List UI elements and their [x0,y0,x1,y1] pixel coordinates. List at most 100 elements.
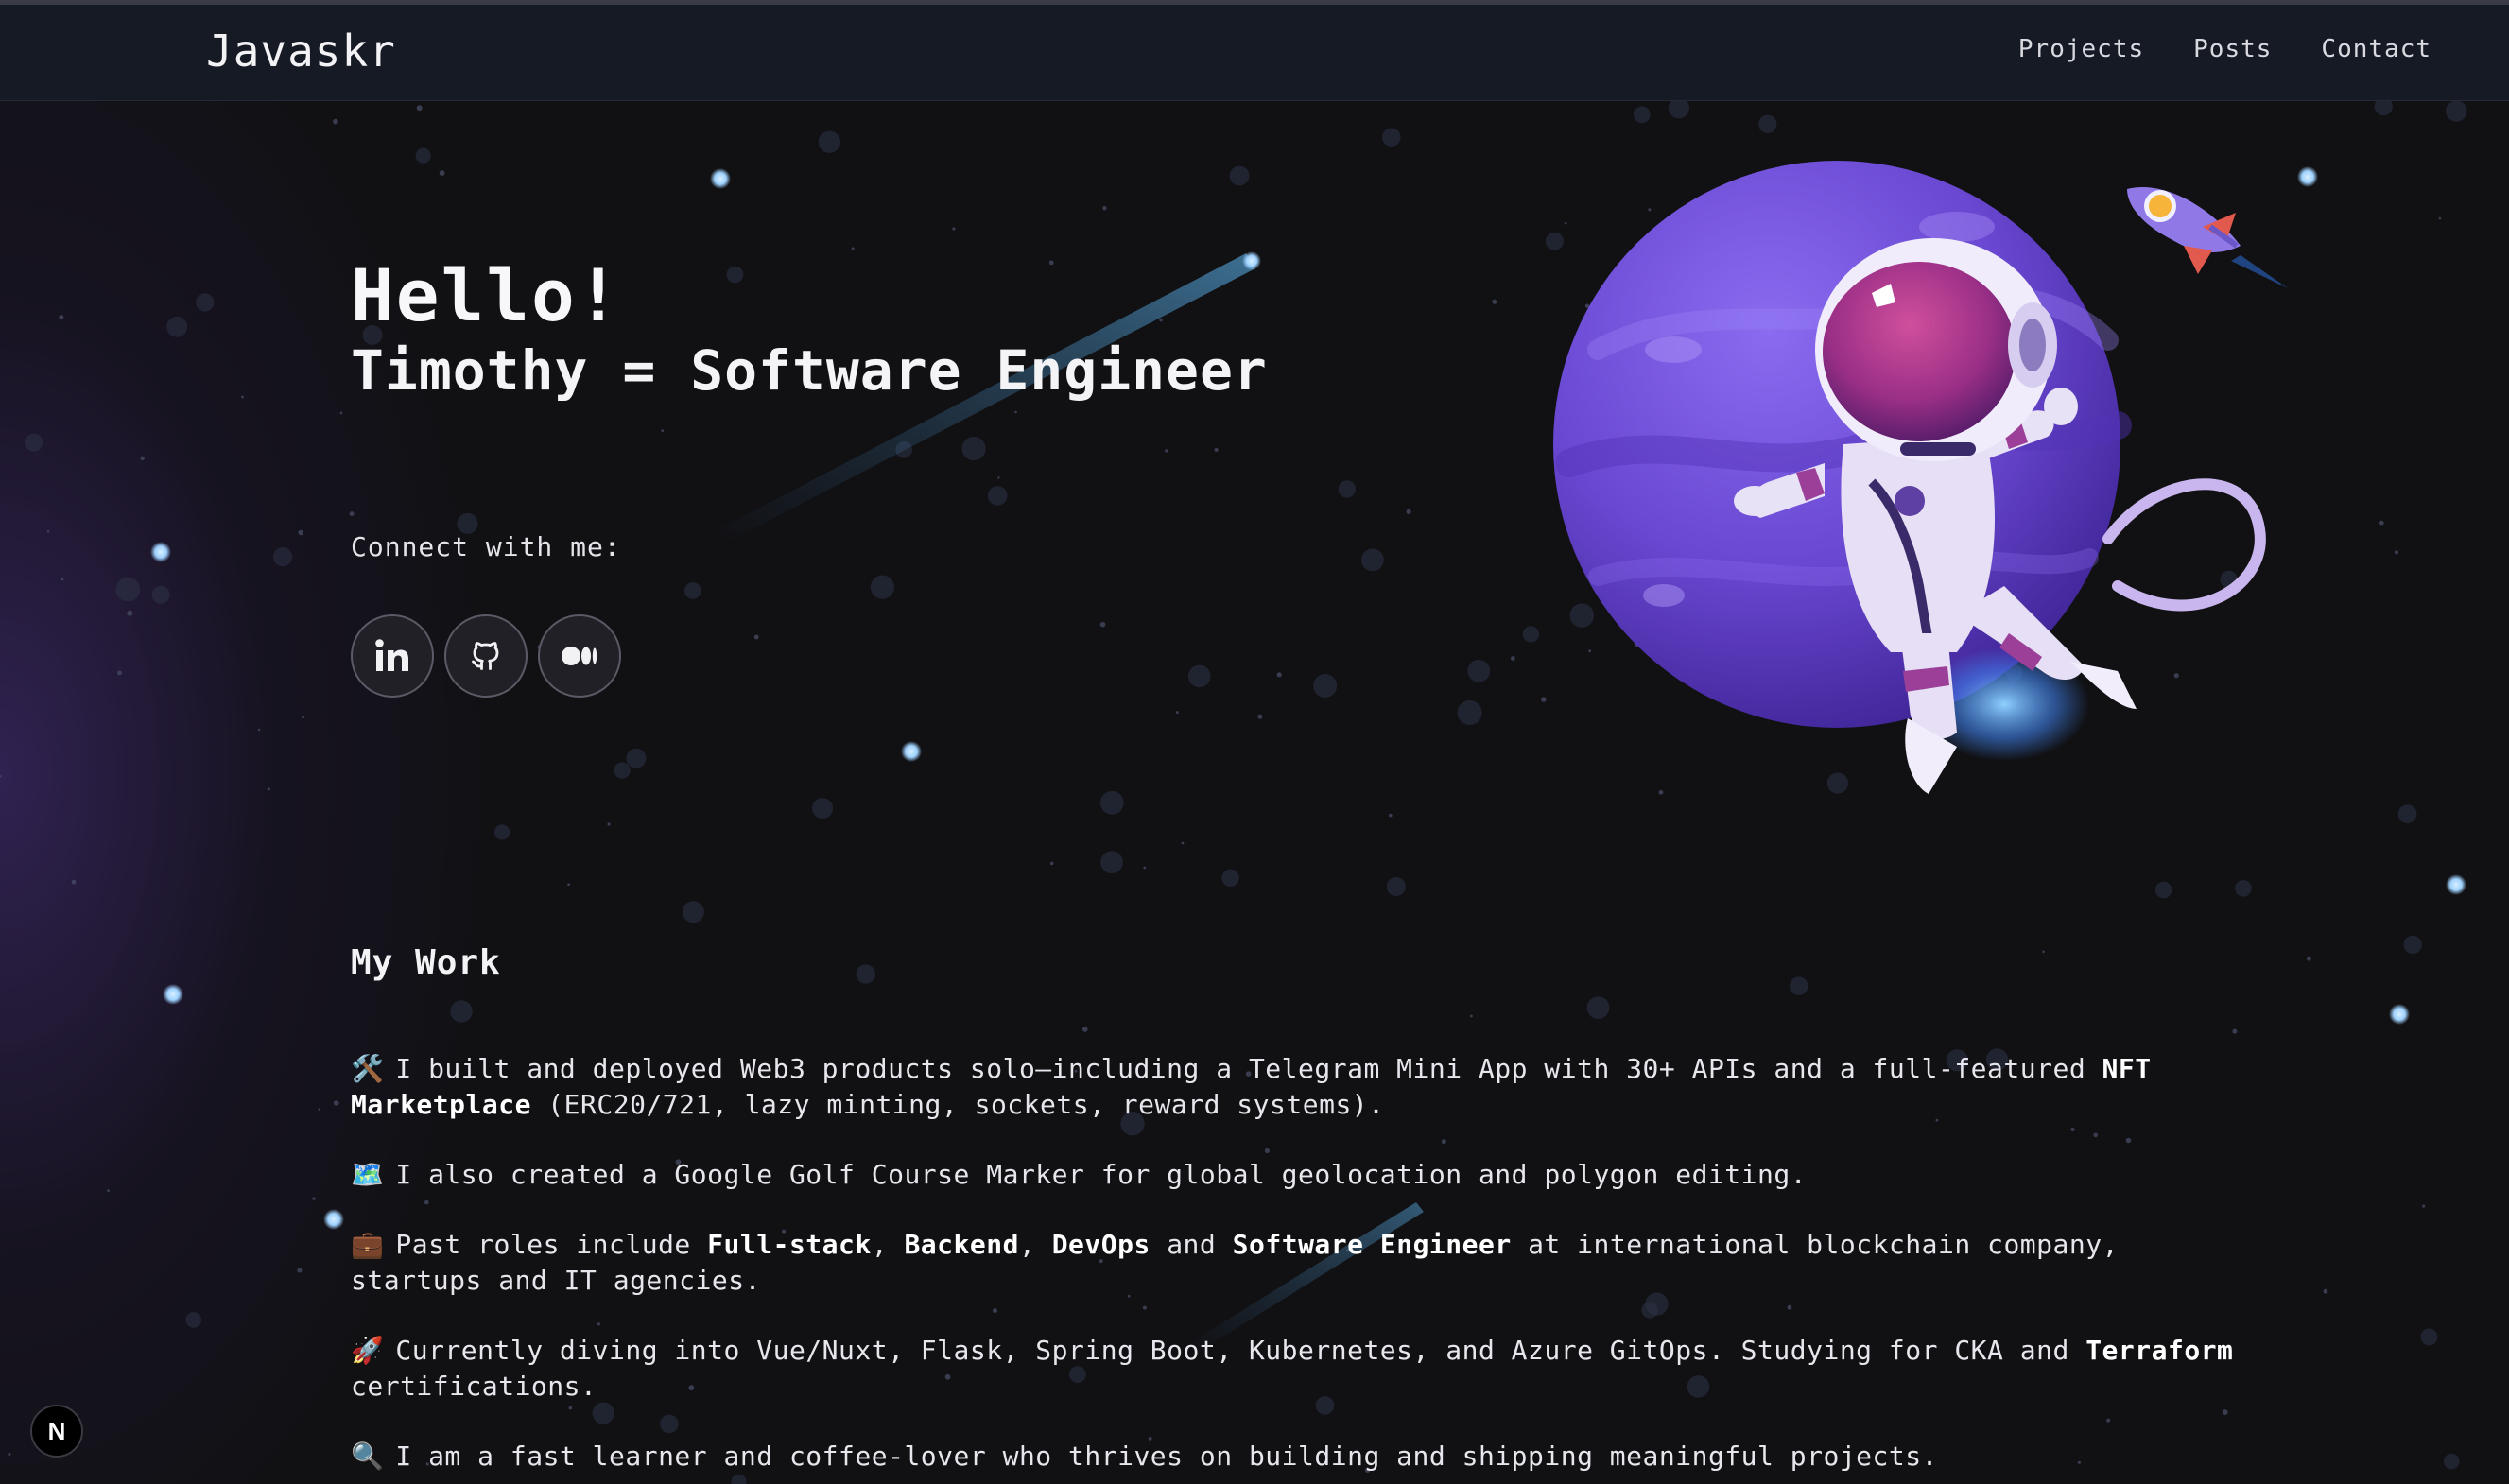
background-star [812,798,834,820]
work-item-text: , [1018,1229,1052,1260]
background-star [607,822,611,826]
work-item-text: (ERC20/721, lazy minting, sockets, rewar… [530,1089,1385,1120]
background-star [2235,880,2252,897]
background-star [450,1000,473,1023]
background-star [25,433,43,452]
background-star [1048,260,1054,266]
background-star [333,118,338,125]
background-star [684,582,701,599]
nav-links: Projects Posts Contact [2018,35,2431,63]
work-item-text: I built and deployed Web3 products solo—… [395,1053,2102,1084]
background-star [1758,114,1777,133]
background-star [2323,1288,2328,1294]
work-item: 🚀 Currently diving into Vue/Nuxt, Flask,… [351,1333,2251,1405]
bright-star [323,1209,344,1230]
github-button[interactable] [444,614,528,698]
nav-link-posts[interactable]: Posts [2193,35,2272,63]
shooting-star-head [1242,251,1261,270]
background-star [1175,711,1179,715]
background-star [614,762,631,779]
background-star [185,1312,202,1328]
background-star [856,964,875,984]
page: Javaskr Projects Posts Contact Hello! Ti… [0,0,2509,1484]
background-star [151,585,170,604]
rocket-illustration [2127,187,2288,288]
brand-logo-link[interactable]: Javaskr [206,26,396,77]
background-star [1050,861,1054,866]
background-star [1257,714,1263,719]
work-item-emoji: 🗺️ [351,1159,385,1190]
background-star [1633,106,1651,124]
work-item-highlight: Terraform [2085,1335,2234,1366]
background-star [1165,449,1168,453]
work-item-emoji: 💼 [351,1229,385,1260]
background-star [1457,700,1482,725]
background-star [2422,1204,2426,1208]
work-item-highlight: Full-stack [707,1229,872,1260]
background-star [416,105,423,112]
connect-label: Connect with me: [351,531,621,562]
background-star [1389,813,1393,818]
background-star [1143,866,1147,870]
work-item-text: certifications. [351,1371,597,1402]
background-star [661,429,665,432]
bright-star [150,542,171,562]
work-list: 🛠️ I built and deployed Web3 products so… [351,1051,2251,1484]
background-star [1790,976,1808,995]
bright-star [2446,874,2466,895]
background-star [997,476,1000,479]
background-star [1361,548,1384,572]
background-star [1214,447,1219,452]
background-star [1470,1014,1473,1018]
background-star [297,1268,303,1273]
background-star [1014,410,1017,414]
background-star [127,610,133,616]
background-star [1082,1027,1088,1032]
background-star [2438,216,2442,220]
background-star [494,824,510,840]
work-item-text: I am a fast learner and coffee-lover who… [395,1441,1938,1472]
nav-link-contact[interactable]: Contact [2321,35,2431,63]
linkedin-button[interactable] [351,614,434,698]
nextjs-dev-badge[interactable]: N [30,1405,83,1458]
background-star [1492,299,1497,304]
background-star [2379,520,2384,526]
work-item-emoji: 🚀 [351,1335,385,1366]
work-item-text: Past roles include [395,1229,708,1260]
background-star [46,530,50,533]
work-item-text: I also created a Google Golf Course Mark… [395,1159,1808,1190]
background-star [196,293,215,312]
background-star [952,227,956,231]
background-star [961,436,986,461]
background-star [60,577,64,581]
medium-button[interactable] [538,614,621,698]
background-star [107,1189,110,1192]
work-item-highlight: Software Engineer [1232,1229,1512,1260]
background-star [1229,165,1250,186]
medium-icon [562,647,597,665]
background-star [1386,877,1406,896]
background-star [439,170,445,177]
background-star [2154,881,2172,899]
background-star [241,395,244,399]
background-star [2397,804,2417,823]
background-star [0,775,2,778]
background-star [2420,1328,2438,1346]
top-navbar: Javaskr Projects Posts Contact [0,5,2509,101]
background-star [1159,318,1163,322]
nav-link-projects[interactable]: Projects [2018,35,2144,63]
social-links [351,614,621,698]
background-star [1467,659,1491,682]
linkedin-icon [375,639,408,671]
background-star [115,577,141,602]
background-star [2306,956,2311,961]
my-work-heading: My Work [351,943,501,982]
background-star [267,787,270,791]
background-star [2042,950,2045,954]
bright-star [710,168,731,189]
work-item-highlight: Backend [904,1229,1019,1260]
background-star [682,901,704,923]
background-star [1406,509,1411,514]
background-star [753,634,759,640]
bright-star [2389,1004,2410,1025]
